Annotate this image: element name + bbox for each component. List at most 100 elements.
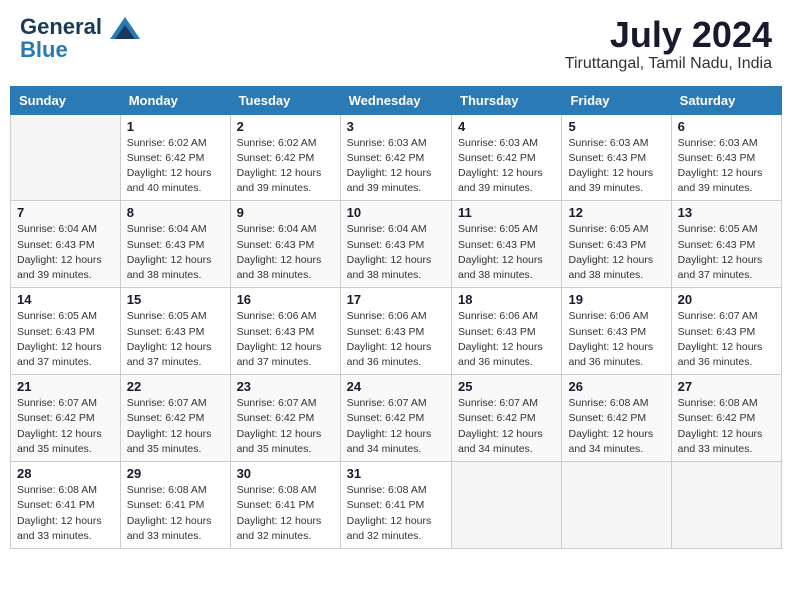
day-number: 5 bbox=[568, 119, 664, 134]
calendar-cell: 29 Sunrise: 6:08 AMSunset: 6:41 PMDayligh… bbox=[120, 462, 230, 549]
calendar-cell: 2 Sunrise: 6:02 AMSunset: 6:42 PMDaylight… bbox=[230, 114, 340, 201]
calendar-cell: 28Sunrise: 6:08 AMSunset: 6:41 PMDayligh… bbox=[11, 462, 121, 549]
day-detail: Sunrise: 6:07 AMSunset: 6:43 PMDaylight:… bbox=[678, 309, 775, 370]
day-number: 26 bbox=[568, 379, 664, 394]
day-number: 17 bbox=[347, 292, 445, 307]
calendar-cell: 8 Sunrise: 6:04 AMSunset: 6:43 PMDaylight… bbox=[120, 201, 230, 288]
day-detail: Sunrise: 6:04 AMSunset: 6:43 PMDaylight:… bbox=[17, 222, 114, 283]
day-detail: Sunrise: 6:06 AMSunset: 6:43 PMDaylight:… bbox=[568, 309, 664, 370]
day-number: 19 bbox=[568, 292, 664, 307]
calendar-cell: 19 Sunrise: 6:06 AMSunset: 6:43 PMDayligh… bbox=[562, 288, 671, 375]
logo: General Blue bbox=[20, 15, 140, 61]
day-detail: Sunrise: 6:06 AMSunset: 6:43 PMDaylight:… bbox=[458, 309, 555, 370]
calendar-table: SundayMondayTuesdayWednesdayThursdayFrid… bbox=[10, 86, 782, 549]
day-number: 15 bbox=[127, 292, 224, 307]
day-number: 9 bbox=[237, 205, 334, 220]
day-detail: Sunrise: 6:08 AMSunset: 6:41 PMDaylight:… bbox=[127, 483, 224, 544]
calendar-cell: 21Sunrise: 6:07 AMSunset: 6:42 PMDayligh… bbox=[11, 375, 121, 462]
weekday-header-monday: Monday bbox=[120, 86, 230, 114]
day-detail: Sunrise: 6:07 AMSunset: 6:42 PMDaylight:… bbox=[17, 396, 114, 457]
calendar-cell bbox=[452, 462, 562, 549]
calendar-cell: 1 Sunrise: 6:02 AMSunset: 6:42 PMDaylight… bbox=[120, 114, 230, 201]
day-number: 12 bbox=[568, 205, 664, 220]
calendar-cell: 14Sunrise: 6:05 AMSunset: 6:43 PMDayligh… bbox=[11, 288, 121, 375]
day-number: 14 bbox=[17, 292, 114, 307]
day-detail: Sunrise: 6:06 AMSunset: 6:43 PMDaylight:… bbox=[237, 309, 334, 370]
day-number: 25 bbox=[458, 379, 555, 394]
weekday-header-friday: Friday bbox=[562, 86, 671, 114]
logo-blue: Blue bbox=[20, 39, 140, 61]
day-detail: Sunrise: 6:06 AMSunset: 6:43 PMDaylight:… bbox=[347, 309, 445, 370]
month-title: July 2024 bbox=[565, 15, 772, 55]
weekday-header-thursday: Thursday bbox=[452, 86, 562, 114]
calendar-cell: 25 Sunrise: 6:07 AMSunset: 6:42 PMDayligh… bbox=[452, 375, 562, 462]
day-number: 11 bbox=[458, 205, 555, 220]
day-detail: Sunrise: 6:07 AMSunset: 6:42 PMDaylight:… bbox=[127, 396, 224, 457]
day-number: 2 bbox=[237, 119, 334, 134]
day-number: 29 bbox=[127, 466, 224, 481]
weekday-header-row: SundayMondayTuesdayWednesdayThursdayFrid… bbox=[11, 86, 782, 114]
page-header: General Blue July 2024 Tiruttangal, Tami… bbox=[10, 10, 782, 78]
day-number: 6 bbox=[678, 119, 775, 134]
day-detail: Sunrise: 6:03 AMSunset: 6:42 PMDaylight:… bbox=[458, 136, 555, 197]
day-number: 18 bbox=[458, 292, 555, 307]
day-number: 24 bbox=[347, 379, 445, 394]
day-detail: Sunrise: 6:07 AMSunset: 6:42 PMDaylight:… bbox=[458, 396, 555, 457]
day-detail: Sunrise: 6:02 AMSunset: 6:42 PMDaylight:… bbox=[237, 136, 334, 197]
day-detail: Sunrise: 6:05 AMSunset: 6:43 PMDaylight:… bbox=[458, 222, 555, 283]
calendar-cell: 31Sunrise: 6:08 AMSunset: 6:41 PMDayligh… bbox=[340, 462, 451, 549]
calendar-cell: 9 Sunrise: 6:04 AMSunset: 6:43 PMDaylight… bbox=[230, 201, 340, 288]
day-detail: Sunrise: 6:03 AMSunset: 6:43 PMDaylight:… bbox=[678, 136, 775, 197]
calendar-cell: 23Sunrise: 6:07 AMSunset: 6:42 PMDayligh… bbox=[230, 375, 340, 462]
day-detail: Sunrise: 6:05 AMSunset: 6:43 PMDaylight:… bbox=[678, 222, 775, 283]
calendar-week-row: 21Sunrise: 6:07 AMSunset: 6:42 PMDayligh… bbox=[11, 375, 782, 462]
calendar-cell: 13Sunrise: 6:05 AMSunset: 6:43 PMDayligh… bbox=[671, 201, 781, 288]
calendar-cell: 12 Sunrise: 6:05 AMSunset: 6:43 PMDayligh… bbox=[562, 201, 671, 288]
calendar-cell: 3 Sunrise: 6:03 AMSunset: 6:42 PMDaylight… bbox=[340, 114, 451, 201]
calendar-cell: 15 Sunrise: 6:05 AMSunset: 6:43 PMDayligh… bbox=[120, 288, 230, 375]
logo-icon bbox=[110, 17, 140, 39]
calendar-week-row: 14 Sunrise: 6:05 AMSunset: 6:43 PMDayligh… bbox=[11, 288, 782, 375]
day-detail: Sunrise: 6:02 AMSunset: 6:42 PMDaylight:… bbox=[127, 136, 224, 197]
day-detail: Sunrise: 6:07 AMSunset: 6:42 PMDaylight:… bbox=[347, 396, 445, 457]
day-number: 1 bbox=[127, 119, 224, 134]
day-number: 31 bbox=[347, 466, 445, 481]
day-detail: Sunrise: 6:05 AMSunset: 6:43 PMDaylight:… bbox=[568, 222, 664, 283]
location-title: Tiruttangal, Tamil Nadu, India bbox=[565, 55, 772, 73]
day-number: 16 bbox=[237, 292, 334, 307]
day-detail: Sunrise: 6:04 AMSunset: 6:43 PMDaylight:… bbox=[347, 222, 445, 283]
day-number: 7 bbox=[17, 205, 114, 220]
calendar-week-row: 28 Sunrise: 6:08 AMSunset: 6:41 PMDayligh… bbox=[11, 462, 782, 549]
calendar-cell: 24 Sunrise: 6:07 AMSunset: 6:42 PMDayligh… bbox=[340, 375, 451, 462]
calendar-cell: 30 Sunrise: 6:08 AMSunset: 6:41 PMDayligh… bbox=[230, 462, 340, 549]
calendar-week-row: 7 Sunrise: 6:04 AMSunset: 6:43 PMDaylight… bbox=[11, 201, 782, 288]
day-number: 28 bbox=[17, 466, 114, 481]
day-number: 10 bbox=[347, 205, 445, 220]
day-number: 3 bbox=[347, 119, 445, 134]
weekday-header-saturday: Saturday bbox=[671, 86, 781, 114]
day-detail: Sunrise: 6:08 AMSunset: 6:42 PMDaylight:… bbox=[568, 396, 664, 457]
calendar-cell: 6 Sunrise: 6:03 AMSunset: 6:43 PMDaylight… bbox=[671, 114, 781, 201]
day-detail: Sunrise: 6:08 AMSunset: 6:41 PMDaylight:… bbox=[237, 483, 334, 544]
calendar-cell: 16 Sunrise: 6:06 AMSunset: 6:43 PMDayligh… bbox=[230, 288, 340, 375]
weekday-header-wednesday: Wednesday bbox=[340, 86, 451, 114]
day-detail: Sunrise: 6:08 AMSunset: 6:42 PMDaylight:… bbox=[678, 396, 775, 457]
calendar-cell bbox=[11, 114, 121, 201]
calendar-cell bbox=[562, 462, 671, 549]
logo-text: General bbox=[20, 15, 140, 39]
day-number: 8 bbox=[127, 205, 224, 220]
day-detail: Sunrise: 6:04 AMSunset: 6:43 PMDaylight:… bbox=[127, 222, 224, 283]
title-area: July 2024 Tiruttangal, Tamil Nadu, India bbox=[565, 15, 772, 73]
day-number: 30 bbox=[237, 466, 334, 481]
calendar-cell: 5Sunrise: 6:03 AMSunset: 6:43 PMDaylight… bbox=[562, 114, 671, 201]
calendar-cell: 7 Sunrise: 6:04 AMSunset: 6:43 PMDaylight… bbox=[11, 201, 121, 288]
day-detail: Sunrise: 6:07 AMSunset: 6:42 PMDaylight:… bbox=[237, 396, 334, 457]
calendar-cell: 27Sunrise: 6:08 AMSunset: 6:42 PMDayligh… bbox=[671, 375, 781, 462]
day-detail: Sunrise: 6:05 AMSunset: 6:43 PMDaylight:… bbox=[127, 309, 224, 370]
calendar-cell: 4Sunrise: 6:03 AMSunset: 6:42 PMDaylight… bbox=[452, 114, 562, 201]
calendar-cell: 11 Sunrise: 6:05 AMSunset: 6:43 PMDayligh… bbox=[452, 201, 562, 288]
day-detail: Sunrise: 6:04 AMSunset: 6:43 PMDaylight:… bbox=[237, 222, 334, 283]
day-detail: Sunrise: 6:03 AMSunset: 6:42 PMDaylight:… bbox=[347, 136, 445, 197]
calendar-cell: 10 Sunrise: 6:04 AMSunset: 6:43 PMDayligh… bbox=[340, 201, 451, 288]
day-number: 22 bbox=[127, 379, 224, 394]
